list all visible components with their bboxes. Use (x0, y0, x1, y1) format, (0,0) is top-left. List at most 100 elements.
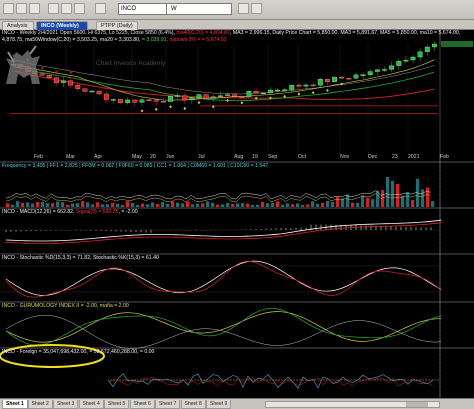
candle-body (203, 94, 209, 99)
tab-label: PTPP (Daily) (101, 23, 133, 29)
open-icon[interactable] (16, 3, 27, 14)
candle-body (153, 99, 159, 102)
price-title-line-1: INCO - Weekly 2/4/2021 Open 5600, Hi 637… (2, 30, 461, 36)
candle-body (218, 95, 223, 97)
stochastic-title-text: INCO - Stochastic %D(15,3,3) = 71.82, St… (2, 255, 159, 261)
frequency-bar (6, 203, 10, 207)
frequency-bar (231, 203, 235, 207)
sheet-tab[interactable]: Sheet 6 (129, 400, 155, 409)
signal-marker (311, 91, 315, 95)
macd-title: INCO - MACD(12,26) = 662.82, Signal(9) =… (2, 209, 138, 216)
sheet-tab[interactable]: Sheet 5 (104, 400, 130, 409)
frequency-bar (181, 203, 185, 207)
analysis-icon[interactable] (3, 3, 14, 14)
frequency-bar (216, 204, 220, 207)
signal-marker (140, 109, 144, 113)
frequency-bar (411, 199, 415, 207)
stochastic-pane (0, 260, 442, 298)
frequency-bar (396, 183, 400, 207)
candle-body (89, 90, 95, 93)
frequency-bar (281, 204, 285, 207)
tab-analysis[interactable]: Analysis (2, 21, 34, 30)
sheet-tab[interactable]: Sheet 7 (155, 400, 181, 409)
candle-body (310, 84, 316, 87)
foreign-pane (107, 373, 440, 389)
foreign-title-rest: , = 53,672,460,288.00, = 0.00 (86, 349, 155, 355)
scrollbar-thumb[interactable] (406, 402, 428, 407)
time-axis-label: Aug (234, 154, 244, 160)
interval-combo[interactable]: W (166, 3, 232, 15)
frequency-bar (86, 202, 90, 207)
candle-body (139, 99, 145, 103)
time-axis-label: Dec (368, 154, 378, 160)
candle-body (260, 92, 266, 95)
candle-body (175, 95, 181, 97)
frequency-bar (276, 201, 280, 207)
candle-body (210, 96, 216, 99)
candle-body (396, 61, 402, 66)
frequency-bar (116, 203, 120, 207)
horizontal-scrollbar[interactable] (265, 401, 440, 408)
text-tool-icon[interactable] (74, 3, 85, 14)
price-pane (10, 40, 473, 154)
line-tool-icon[interactable] (61, 3, 72, 14)
frequency-bar (301, 204, 305, 207)
zoom-icon[interactable] (95, 3, 106, 14)
price-title-line-2: 4,878.75, ma50Window(C,20) = 3,503.25, m… (2, 37, 227, 44)
candle-body (267, 89, 273, 94)
tab-label: INCO (Weekly) (41, 23, 79, 29)
frequency-bar (371, 199, 375, 207)
candle-body (253, 91, 259, 94)
layout-icon[interactable] (251, 3, 262, 14)
tab-ptpp-daily[interactable]: PTPP (Daily) (96, 21, 138, 30)
frequency-bar (31, 203, 35, 207)
tab-inco-weekly[interactable]: INCO (Weekly) (36, 21, 88, 30)
frequency-bar (46, 202, 50, 207)
frequency-bar (206, 201, 210, 207)
refresh-icon[interactable] (238, 3, 249, 14)
candle-body (61, 80, 66, 83)
chart-area[interactable]: Chart Investor Academy INCO - Weekly 2/4… (0, 30, 474, 398)
frequency-bar (366, 197, 370, 207)
cursor-icon[interactable] (48, 3, 59, 14)
time-axis-label: Apr (94, 154, 103, 160)
frequency-bar (241, 202, 245, 207)
frequency-bar (426, 187, 430, 207)
macd-extra-text: , = -2.00 (118, 209, 138, 215)
frequency-bar (291, 204, 295, 207)
sheet-tab[interactable]: Sheet 2 (27, 400, 53, 409)
frequency-bar (211, 202, 215, 207)
time-axis-label: Sep (268, 154, 278, 160)
save-icon[interactable] (29, 3, 40, 14)
candle-body (189, 97, 195, 101)
candle-body (374, 69, 380, 72)
candle-body (360, 74, 366, 76)
sheet-tab[interactable]: Sheet 3 (53, 400, 79, 409)
frequency-bar (201, 203, 205, 207)
sheet-tab[interactable]: Sheet 9 (206, 400, 232, 409)
sheet-tab[interactable]: Sheet 4 (78, 400, 104, 409)
frequency-bar (101, 204, 105, 207)
frequency-bar (296, 203, 300, 207)
price-title-ma-list: MA3 = 2,996.15, Daily Price Chart = 5,85… (232, 30, 461, 36)
macd-line (5, 219, 442, 242)
candle-body (196, 94, 202, 98)
frequency-bar (261, 202, 265, 207)
frequency-bar (136, 204, 140, 207)
candle-body (246, 91, 252, 97)
foreign-title: INCO - Foreign = 35,047,698,432.00, = 53… (2, 349, 154, 356)
frequency-bar (71, 203, 75, 207)
frequency-bar (251, 204, 255, 207)
sheet-tab[interactable]: Sheet 8 (180, 400, 206, 409)
sheet-tab[interactable]: Sheet 1 (2, 400, 28, 409)
candle-body (410, 56, 416, 61)
macd-title-text: INCO - MACD(12,26) = 662.82, (2, 209, 75, 215)
ma-short-line (13, 59, 435, 101)
last-price-marker (441, 40, 473, 47)
candle-body (146, 99, 152, 101)
price-title-prefix: INCO - Weekly 2/4/2021 Open 5600, Hi 637… (2, 30, 174, 36)
time-axis-label: Mar (66, 154, 75, 160)
frequency-bar (76, 203, 80, 207)
gurumology-title: INCO - GURUMOLOGY INDEX II = -2.00, maña… (2, 303, 129, 310)
candle-body (382, 69, 387, 71)
